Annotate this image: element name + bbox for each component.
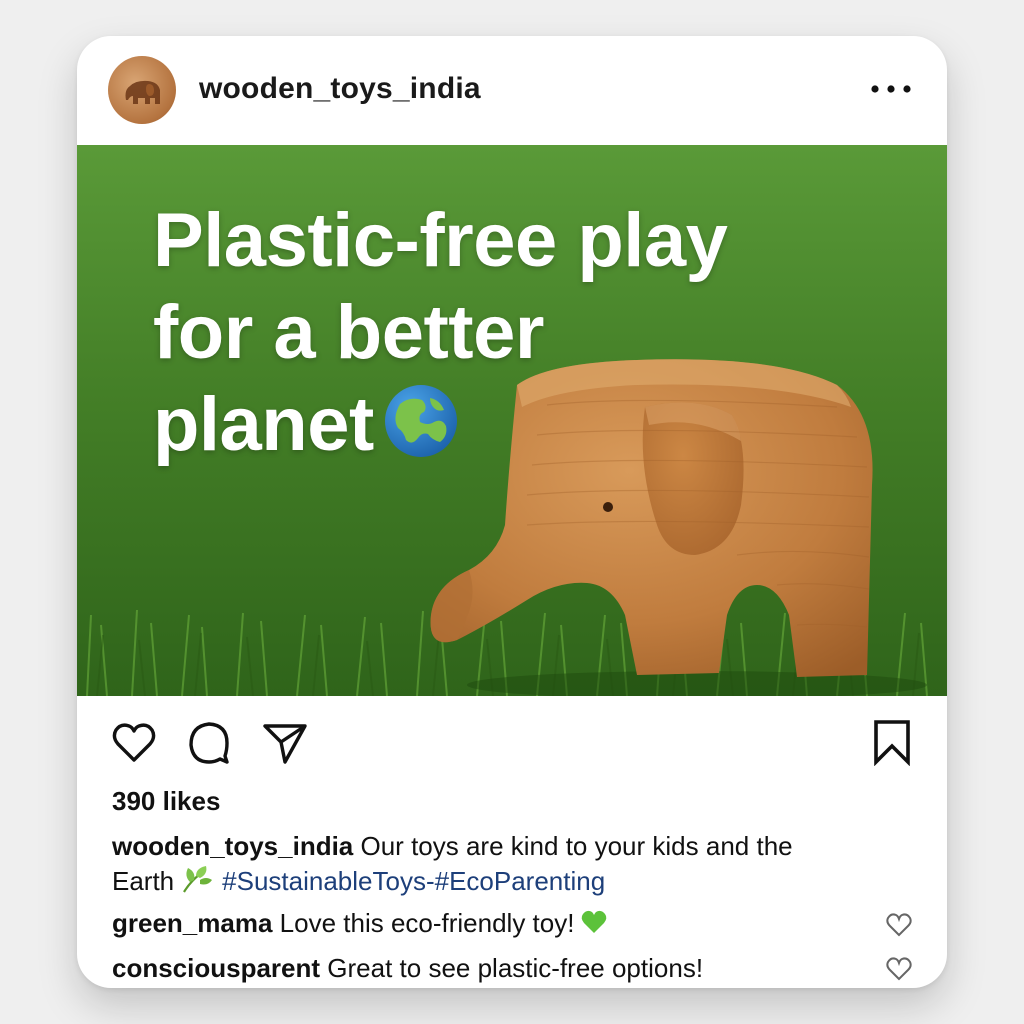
post-image[interactable]: Plastic-free play for a better planet: [77, 145, 947, 696]
caption-username[interactable]: wooden_toys_india: [112, 831, 353, 861]
comment-row: consciousparent Great to see plastic-fre…: [112, 953, 892, 984]
more-dots-icon: [871, 85, 911, 93]
globe-icon: [382, 382, 460, 481]
headline-line-2: for a better: [153, 290, 544, 375]
profile-avatar[interactable]: [108, 56, 176, 124]
share-button[interactable]: [261, 718, 309, 766]
headline-line-3: planet: [153, 379, 873, 481]
comment-like-button[interactable]: [885, 956, 913, 982]
heart-icon: [112, 723, 156, 762]
like-button[interactable]: [110, 718, 158, 766]
heart-icon: [886, 957, 912, 981]
comment-button[interactable]: [185, 718, 233, 766]
headline-line-1: Plastic-free play: [153, 198, 728, 283]
post-header: wooden_toys_india: [77, 36, 947, 145]
elephant-avatar-icon: [125, 80, 160, 104]
more-options-button[interactable]: [867, 74, 915, 104]
post-headline: Plastic-free play for a better planet: [153, 195, 873, 481]
comment-like-button[interactable]: [885, 912, 913, 938]
bookmark-icon: [874, 720, 910, 767]
green-heart-icon: [580, 909, 608, 942]
comment-username[interactable]: consciousparent: [112, 953, 320, 983]
comment-username[interactable]: green_mama: [112, 908, 272, 938]
likes-count[interactable]: 390 likes: [112, 786, 220, 817]
caption-text-part2: Earth: [112, 866, 175, 896]
post-caption: wooden_toys_india Our toys are kind to y…: [112, 829, 892, 903]
leaf-icon: [180, 864, 214, 903]
post-card: wooden_toys_india Plastic-free play for …: [77, 36, 947, 988]
caption-text-part1: Our toys are kind to your kids and the: [360, 831, 793, 861]
comment-row: green_mama Love this eco-friendly toy!: [112, 908, 892, 942]
send-icon: [263, 724, 307, 764]
headline-line-3-text: planet: [153, 382, 374, 467]
caption-hashtags[interactable]: #SustainableToys-#EcoParenting: [222, 866, 605, 896]
comment-text: Love this eco-friendly toy!: [279, 908, 575, 938]
post-username[interactable]: wooden_toys_india: [199, 72, 481, 106]
save-button[interactable]: [868, 718, 916, 767]
heart-icon: [886, 913, 912, 937]
comment-icon: [189, 722, 229, 764]
comment-text: Great to see plastic-free options!: [327, 953, 704, 983]
